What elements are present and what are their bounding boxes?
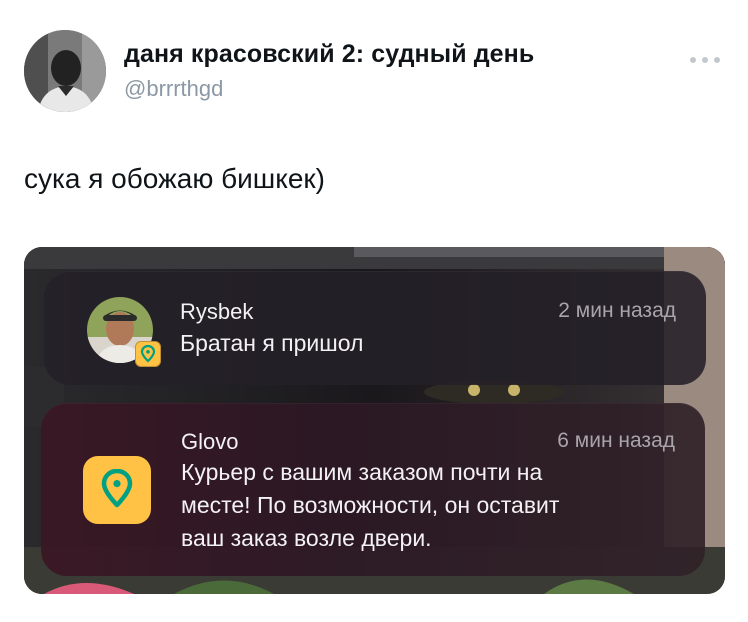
notification-message-line: Курьер с вашим заказом почти на: [181, 459, 543, 485]
author-handle[interactable]: @brrrthgd: [124, 76, 223, 102]
notification-message: Братан я пришол: [180, 330, 364, 356]
more-horizontal-icon[interactable]: [688, 52, 722, 63]
notification-rysbek[interactable]: Rysbek 2 мин назад Братан я пришол: [44, 271, 706, 385]
notification-title: Glovo: [181, 429, 239, 454]
notification-time: 2 мин назад: [558, 299, 676, 322]
glovo-pin-icon: [83, 456, 151, 524]
author-avatar[interactable]: [24, 30, 106, 112]
notification-time: 6 мин назад: [557, 429, 675, 452]
rysbek-avatar: [87, 297, 161, 367]
notification-title: Rysbek: [180, 299, 254, 324]
tweet-card: даня красовский 2: судный день @brrrthgd…: [0, 0, 748, 622]
notification-message: Курьер с вашим заказом почти на месте! П…: [181, 456, 681, 555]
notification-glovo[interactable]: Glovo 6 мин назад Курьер с вашим заказом…: [41, 403, 705, 576]
notification-message-line: месте! По возможности, он оставит: [181, 492, 560, 518]
tweet-text: сука я обожаю бишкек): [24, 163, 325, 194]
tweet-photo[interactable]: Rysbek 2 мин назад Братан я пришол Glovo…: [24, 247, 725, 594]
notification-message-line: ваш заказ возле двери.: [181, 525, 432, 551]
glovo-badge-icon: [135, 341, 161, 367]
author-display-name[interactable]: даня красовский 2: судный день: [124, 40, 534, 69]
